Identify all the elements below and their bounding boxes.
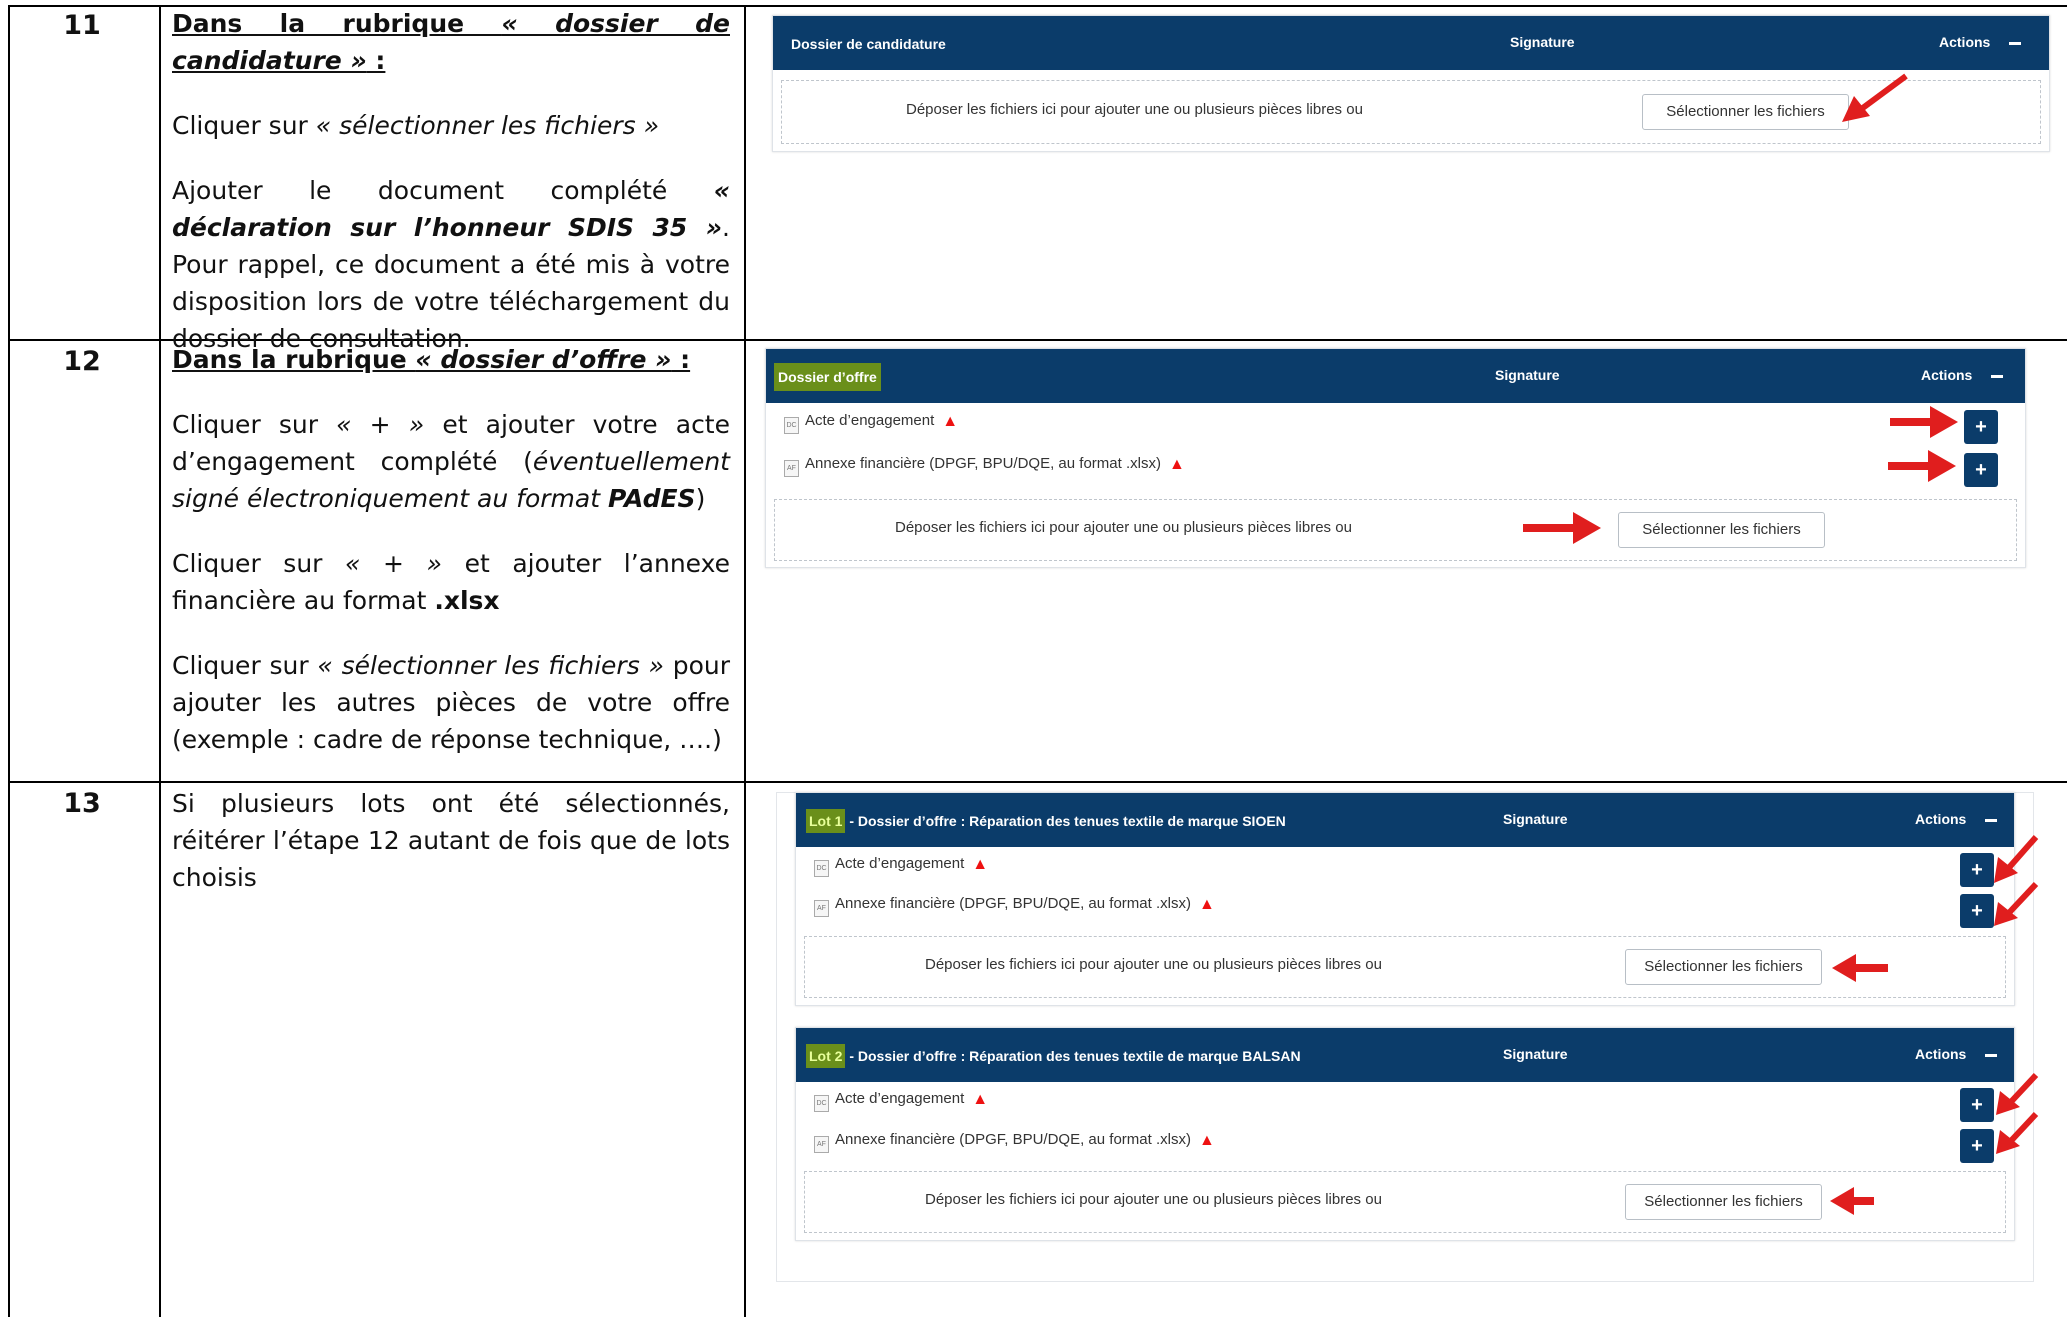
offre-panel: Dossier d’offre Signature Actions DC Acte… [765,348,2026,568]
step-12-heading: Dans la rubrique « dossier d’offre » : [172,345,691,374]
actions-label: Actions [1915,811,1967,827]
signature-label: Signature [1503,811,1568,827]
acte-engagement-item: DC Acte d’engagement ▲ [814,855,988,877]
step-11-paragraph-2: Ajouter le document complété « déclarati… [172,176,730,353]
drop-zone-text: Déposer les fichiers ici pour ajouter un… [925,956,1382,973]
lot-1-tag: Lot 1 [806,809,846,833]
minus-icon[interactable] [1985,1054,1997,1057]
red-arrow [1832,954,1888,982]
red-arrow [1890,406,1958,438]
offre-title-text: Dossier d’offre [774,363,881,391]
lot-1-title: Lot 1 - Dossier d’offre : Réparation des… [806,809,1286,833]
document-icon: DC [784,417,799,434]
select-files-button[interactable]: Sélectionner les fichiers [1642,94,1849,130]
signature-label: Signature [1510,34,1575,50]
drop-zone-text: Déposer les fichiers ici pour ajouter un… [906,101,1363,118]
candidature-title: Dossier de candidature [791,36,946,52]
step-number-11: 11 [63,10,101,41]
drop-zone[interactable]: Déposer les fichiers ici pour ajouter un… [774,499,2017,561]
select-files-button[interactable]: Sélectionner les fichiers [1625,949,1822,985]
table-divider-col1 [159,5,161,1317]
step-11-instructions: Dans la rubrique « dossier de candidatur… [172,5,730,385]
annexe-financiere-label: Annexe financière (DPGF, BPU/DQE, au for… [835,895,1191,912]
drop-zone[interactable]: Déposer les fichiers ici pour ajouter un… [804,936,2006,998]
warning-icon: ▲ [972,1091,989,1108]
document-icon: DC [814,860,829,877]
annexe-financiere-item: AF Annexe financière (DPGF, BPU/DQE, au f… [784,455,1185,477]
table-divider-col2 [744,5,746,1317]
warning-icon: ▲ [942,413,959,430]
step-11-heading: Dans la rubrique « dossier de candidatur… [172,9,730,75]
minus-icon[interactable] [1991,375,2003,378]
add-acte-engagement-button[interactable]: + [1960,1088,1994,1122]
red-arrow [1842,73,1908,122]
lot-1-title-text: - Dossier d’offre : Réparation des tenue… [845,813,1286,829]
red-arrow [1888,450,1956,482]
add-acte-engagement-button[interactable]: + [1960,853,1994,887]
step-number-13: 13 [63,788,101,819]
warning-icon: ▲ [1168,456,1185,473]
document-icon: DC [814,1095,829,1112]
document-icon: AF [784,460,799,477]
add-annexe-financiere-button[interactable]: + [1964,453,1998,487]
document-icon: AF [814,1136,829,1153]
annexe-financiere-label: Annexe financière (DPGF, BPU/DQE, au for… [835,1131,1191,1148]
acte-engagement-label: Acte d’engagement [835,855,965,872]
signature-label: Signature [1495,367,1560,383]
minus-icon[interactable] [2009,42,2021,45]
annexe-financiere-item: AF Annexe financière (DPGF, BPU/DQE, au f… [814,1131,1215,1153]
select-files-button[interactable]: Sélectionner les fichiers [1625,1184,1822,1220]
add-acte-engagement-button[interactable]: + [1964,410,1998,444]
warning-icon: ▲ [972,856,989,873]
actions-label: Actions [1915,1046,1967,1062]
minus-icon[interactable] [1985,819,1997,822]
acte-engagement-item: DC Acte d’engagement ▲ [814,1090,988,1112]
warning-icon: ▲ [1198,896,1215,913]
offre-panel-header: Dossier d’offre Signature Actions [766,349,2025,403]
candidature-panel-header: Dossier de candidature Signature Actions [773,16,2049,70]
offre-title: Dossier d’offre [774,363,881,391]
warning-icon: ▲ [1198,1132,1215,1149]
signature-label: Signature [1503,1046,1568,1062]
red-arrow [1994,835,2039,883]
actions-label: Actions [1921,367,1973,383]
step-11-paragraph-1: Cliquer sur « sélectionner les fichiers … [172,111,660,140]
drop-zone-text: Déposer les fichiers ici pour ajouter un… [895,519,1352,536]
lot-2-tag: Lot 2 [806,1044,846,1068]
step-number-12: 12 [63,346,101,377]
add-annexe-financiere-button[interactable]: + [1960,894,1994,928]
red-arrow [1523,512,1601,544]
step-12-paragraph-3: Cliquer sur « sélectionner les fichiers … [172,651,730,754]
red-arrow [1996,1111,2039,1154]
step-13-instructions: Si plusieurs lots ont été sélectionnés, … [172,785,730,924]
select-files-button[interactable]: Sélectionner les fichiers [1618,512,1825,548]
actions-label: Actions [1939,34,1991,50]
step-12-paragraph-2: Cliquer sur « + » et ajouter l’annexe fi… [172,549,731,615]
acte-engagement-label: Acte d’engagement [835,1090,965,1107]
add-annexe-financiere-button[interactable]: + [1960,1129,1994,1163]
annexe-financiere-item: AF Annexe financière (DPGF, BPU/DQE, au f… [814,895,1215,917]
drop-zone[interactable]: Déposer les fichiers ici pour ajouter un… [804,1171,2006,1233]
acte-engagement-label: Acte d’engagement [805,412,935,429]
annexe-financiere-label: Annexe financière (DPGF, BPU/DQE, au for… [805,455,1161,472]
table-border-left [8,5,10,1317]
document-icon: AF [814,900,829,917]
red-arrow [1830,1187,1874,1215]
step-12-paragraph-1: Cliquer sur « + » et ajouter votre acte … [172,410,730,513]
lot-2-title: Lot 2 - Dossier d’offre : Réparation des… [806,1044,1301,1068]
lot-1-panel-header: Lot 1 - Dossier d’offre : Réparation des… [796,793,2014,847]
acte-engagement-item: DC Acte d’engagement ▲ [784,412,958,434]
step-13-paragraph-1: Si plusieurs lots ont été sélectionnés, … [172,789,730,892]
lot-2-panel-header: Lot 2 - Dossier d’offre : Réparation des… [796,1028,2014,1082]
lot-2-title-text: - Dossier d’offre : Réparation des tenue… [845,1048,1301,1064]
red-arrow [1994,881,2039,926]
step-12-instructions: Dans la rubrique « dossier d’offre » : C… [172,341,730,786]
drop-zone-text: Déposer les fichiers ici pour ajouter un… [925,1191,1382,1208]
